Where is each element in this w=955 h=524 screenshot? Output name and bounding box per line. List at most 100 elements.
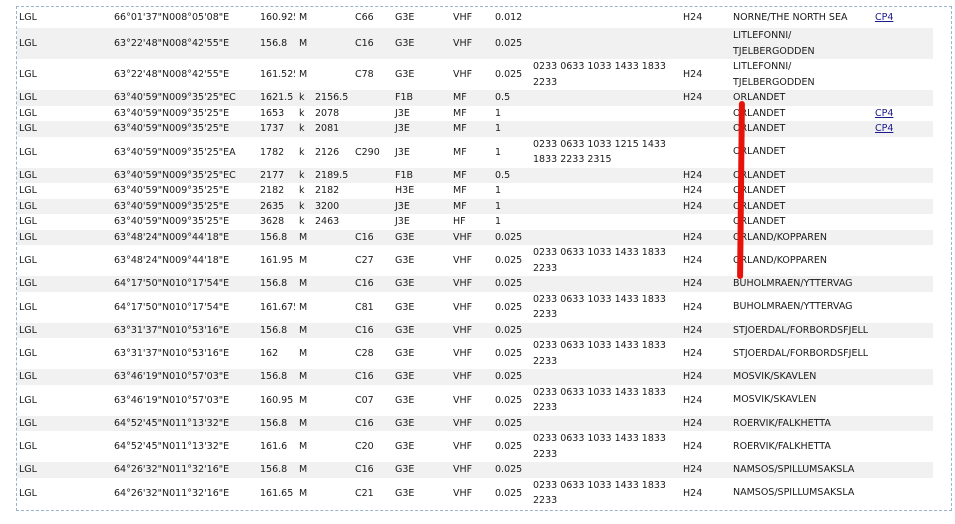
blank-cell — [55, 431, 110, 462]
station-name-cell: ROERVIK/FALKHETTA — [729, 415, 871, 431]
second-frequency-cell — [311, 415, 351, 431]
second-frequency-cell — [311, 229, 351, 245]
schedule-cell — [529, 28, 679, 59]
service-code-cell: LGL — [17, 183, 55, 199]
blank-cell — [55, 90, 110, 106]
service-code-cell: LGL — [17, 384, 55, 416]
channel-cell: C27 — [351, 245, 391, 276]
second-frequency-cell: 2126 — [311, 136, 351, 168]
frequency-cell: 156.8 — [256, 28, 295, 59]
band-cell: VHF — [449, 229, 491, 245]
schedule-cell — [529, 183, 679, 199]
channel-cell — [351, 121, 391, 137]
unit-cell: M — [295, 338, 311, 369]
second-frequency-cell — [311, 338, 351, 369]
position-cell: 64°52'45"N011°13'32"E — [110, 415, 256, 431]
table-row: LGL 63°31'37"N010°53'16"E 162 M C28 G3E VHF 0.0… — [17, 338, 933, 369]
emission-cell: G3E — [391, 338, 449, 369]
blank-cell — [55, 384, 110, 416]
hours-cell — [679, 28, 729, 59]
service-code-cell: LGL — [17, 59, 55, 90]
blank-cell — [55, 28, 110, 59]
channel-cell: C20 — [351, 431, 391, 462]
unit-cell: M — [295, 28, 311, 59]
power-cell: 1 — [491, 136, 529, 168]
channel-cell: C16 — [351, 28, 391, 59]
blank-cell — [55, 369, 110, 385]
emission-cell: G3E — [391, 431, 449, 462]
station-name-cell: ORLANDET — [729, 136, 871, 168]
unit-cell: k — [295, 214, 311, 230]
reference-cell — [871, 183, 933, 199]
power-cell: 0.025 — [491, 59, 529, 90]
frequency-cell: 156.8 — [256, 322, 295, 338]
service-code-cell: LGL — [17, 136, 55, 168]
hours-cell: H24 — [679, 384, 729, 416]
position-cell: 64°26'32"N011°32'16"E — [110, 477, 256, 509]
position-cell: 63°40'59"N009°35'25"EA — [110, 136, 256, 168]
channel-cell: C290 — [351, 136, 391, 168]
channel-cell — [351, 105, 391, 121]
power-cell: 0.025 — [491, 291, 529, 323]
station-name-cell: NORNE/THE NORTH SEA — [729, 7, 871, 28]
service-code-cell: LGL — [17, 90, 55, 106]
position-cell: 63°22'48"N008°42'55"E — [110, 28, 256, 59]
table-row: LGL 63°31'37"N010°53'16"E 156.8 M C16 G3E VHF 0… — [17, 322, 933, 338]
table-row: LGL 64°52'45"N011°13'32"E 156.8 M C16 G3E VHF 0… — [17, 415, 933, 431]
band-cell: VHF — [449, 59, 491, 90]
reference-cell — [871, 322, 933, 338]
band-cell: VHF — [449, 276, 491, 292]
channel-cell: C16 — [351, 369, 391, 385]
schedule-cell — [529, 369, 679, 385]
unit-cell: M — [295, 59, 311, 90]
position-cell: 63°48'24"N009°44'18"E — [110, 245, 256, 276]
cp4-link[interactable]: CP4 — [875, 12, 893, 23]
band-cell: MF — [449, 167, 491, 183]
blank-cell — [55, 338, 110, 369]
emission-cell: G3E — [391, 28, 449, 59]
second-frequency-cell — [311, 477, 351, 509]
unit-cell: k — [295, 90, 311, 106]
unit-cell: M — [295, 276, 311, 292]
position-cell: 64°26'32"N011°32'16"E — [110, 462, 256, 478]
reference-cell — [871, 291, 933, 323]
second-frequency-cell — [311, 462, 351, 478]
band-cell: VHF — [449, 245, 491, 276]
unit-cell: k — [295, 136, 311, 168]
hours-cell: H24 — [679, 291, 729, 323]
emission-cell: J3E — [391, 105, 449, 121]
schedule-cell: 0233 0633 1033 1433 1833 2233 — [529, 245, 679, 276]
reference-cell — [871, 198, 933, 214]
hours-cell: H24 — [679, 338, 729, 369]
second-frequency-cell — [311, 431, 351, 462]
station-name-cell: ROERVIK/FALKHETTA — [729, 431, 871, 462]
frequency-cell: 161.525 — [256, 59, 295, 90]
unit-cell: k — [295, 105, 311, 121]
service-code-cell: LGL — [17, 167, 55, 183]
unit-cell: k — [295, 167, 311, 183]
band-cell: VHF — [449, 477, 491, 509]
second-frequency-cell — [311, 7, 351, 28]
emission-cell: G3E — [391, 245, 449, 276]
emission-cell: J3E — [391, 136, 449, 168]
channel-cell: C21 — [351, 477, 391, 509]
band-cell: VHF — [449, 322, 491, 338]
position-cell: 63°46'19"N010°57'03"E — [110, 384, 256, 416]
service-code-cell: LGL — [17, 7, 55, 28]
emission-cell: J3E — [391, 214, 449, 230]
power-cell: 0.025 — [491, 229, 529, 245]
blank-cell — [55, 214, 110, 230]
frequency-cell: 161.6 — [256, 431, 295, 462]
cp4-link[interactable]: CP4 — [875, 123, 893, 134]
schedule-cell — [529, 322, 679, 338]
band-cell: VHF — [449, 338, 491, 369]
cp4-link[interactable]: CP4 — [875, 108, 893, 119]
frequency-cell: 162 — [256, 338, 295, 369]
power-cell: 1 — [491, 214, 529, 230]
schedule-cell — [529, 7, 679, 28]
schedule-cell — [529, 90, 679, 106]
unit-cell: k — [295, 183, 311, 199]
service-code-cell: LGL — [17, 121, 55, 137]
channel-cell: C07 — [351, 384, 391, 416]
table-row: LGL 63°22'48"N008°42'55"E161.525M C78G3EVH… — [17, 59, 933, 90]
